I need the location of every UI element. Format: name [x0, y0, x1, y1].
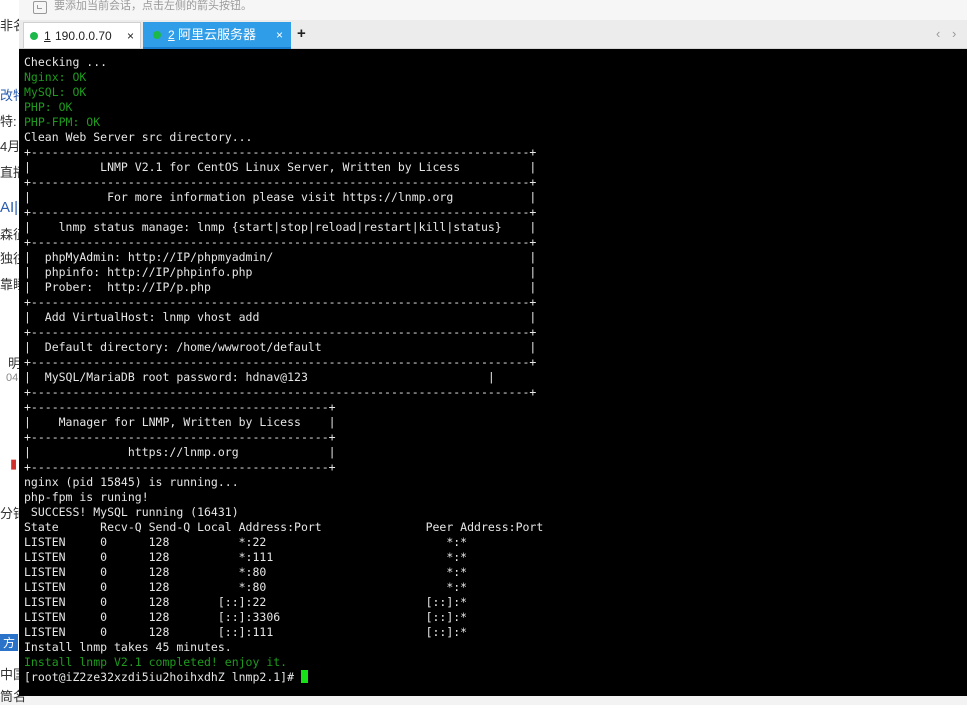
terminal-prompt-line[interactable]: [root@iZ2ze32xzdi5iu2hoihxdhZ lnmp2.1]#	[24, 670, 308, 685]
shell-prompt: [root@iZ2ze32xzdi5iu2hoihxdhZ lnmp2.1]#	[24, 670, 301, 684]
tab-title: 190.0.0.70	[55, 29, 112, 43]
terminal-line: | phpinfo: http://IP/phpinfo.php |	[24, 265, 537, 279]
terminal-line: MySQL: OK	[24, 85, 87, 99]
background-badge: 方	[0, 634, 19, 651]
terminal-line: | Prober: http://IP/p.php |	[24, 280, 537, 294]
terminal-output[interactable]: Checking ... Nginx: OK MySQL: OK PHP: OK PHP…	[19, 49, 967, 696]
cursor-icon	[300, 670, 308, 683]
terminal-line: PHP: OK	[24, 100, 73, 114]
terminal-line: | https://lnmp.org |	[24, 445, 336, 459]
ssh-client-window: 要添加当前会话，点击左侧的箭头按钮。 1 190.0.0.70 × 2 阿里云服…	[19, 0, 967, 696]
terminal-line: Clean Web Server src directory...	[24, 130, 253, 144]
terminal-line: LISTEN 0 128 [::]:3306 [::]:*	[24, 610, 468, 624]
terminal-line: | Add VirtualHost: lnmp vhost add |	[24, 310, 537, 324]
tab-number: 1	[44, 29, 51, 43]
terminal-line: +---------------------------------------…	[24, 175, 537, 189]
terminal-line: nginx (pid 15845) is running...	[24, 475, 239, 489]
chevron-right-icon[interactable]: ›	[952, 27, 956, 41]
terminal-line: +---------------------------------------…	[24, 430, 336, 444]
terminal-line: | phpMyAdmin: http://IP/phpmyadmin/ |	[24, 250, 537, 264]
terminal-line: LISTEN 0 128 *:80 *:*	[24, 565, 468, 579]
terminal-line: +---------------------------------------…	[24, 355, 537, 369]
terminal-line: +---------------------------------------…	[24, 400, 336, 414]
terminal-line: | MySQL/MariaDB root password: hdnav@123…	[24, 370, 495, 384]
background-text: 04	[6, 372, 19, 384]
terminal-line: Install lnmp takes 45 minutes.	[24, 640, 232, 654]
terminal-line: LISTEN 0 128 [::]:22 [::]:*	[24, 595, 468, 609]
background-text: 4月	[0, 139, 21, 154]
terminal-line: Install lnmp V2.1 completed! enjoy it.	[24, 655, 288, 669]
terminal-line: State Recv-Q Send-Q Local Address:Port P…	[24, 520, 544, 534]
tab-session-2[interactable]: 2 阿里云服务器 ×	[143, 22, 291, 49]
terminal-line: LISTEN 0 128 *:80 *:*	[24, 580, 468, 594]
new-tab-button[interactable]: +	[297, 26, 306, 42]
session-hint-bar: 要添加当前会话，点击左侧的箭头按钮。	[19, 0, 967, 20]
terminal-line: LISTEN 0 128 [::]:111 [::]:*	[24, 625, 468, 639]
terminal-line: | For more information please visit http…	[24, 190, 537, 204]
terminal-line: +---------------------------------------…	[24, 295, 537, 309]
session-hint-text: 要添加当前会话，点击左侧的箭头按钮。	[54, 0, 252, 12]
tab-session-1[interactable]: 1 190.0.0.70 ×	[23, 22, 141, 48]
session-tab-bar: 1 190.0.0.70 × 2 阿里云服务器 × + ‹ ›	[19, 20, 967, 49]
terminal-line: Checking ...	[24, 55, 108, 69]
background-marker: ▮	[10, 456, 18, 471]
terminal-line: | Manager for LNMP, Written by Licess |	[24, 415, 336, 429]
terminal-line: php-fpm is runing!	[24, 490, 149, 504]
terminal-line: +---------------------------------------…	[24, 235, 537, 249]
terminal-line: +---------------------------------------…	[24, 325, 537, 339]
terminal-line: | Default directory: /home/wwwroot/defau…	[24, 340, 537, 354]
connection-status-icon	[30, 32, 38, 40]
close-icon[interactable]: ×	[276, 22, 283, 48]
terminal-line: +---------------------------------------…	[24, 205, 537, 219]
terminal-line: | LNMP V2.1 for CentOS Linux Server, Wri…	[24, 160, 537, 174]
tab-number: 2	[168, 28, 175, 42]
terminal-line: LISTEN 0 128 *:111 *:*	[24, 550, 468, 564]
background-text: 特:	[0, 114, 17, 129]
terminal-line: LISTEN 0 128 *:22 *:*	[24, 535, 468, 549]
terminal-line: +---------------------------------------…	[24, 385, 537, 399]
tab-title: 阿里云服务器	[178, 27, 257, 42]
add-session-arrow-icon[interactable]	[33, 1, 47, 14]
terminal-line: +---------------------------------------…	[24, 145, 537, 159]
terminal-line: +---------------------------------------…	[24, 460, 336, 474]
terminal-line: | lnmp status manage: lnmp {start|stop|r…	[24, 220, 537, 234]
connection-status-icon	[153, 31, 161, 39]
terminal-line: SUCCESS! MySQL running (16431)	[24, 505, 239, 519]
close-icon[interactable]: ×	[127, 23, 134, 49]
terminal-line: PHP-FPM: OK	[24, 115, 101, 129]
terminal-line: Nginx: OK	[24, 70, 87, 84]
chevron-left-icon[interactable]: ‹	[936, 27, 940, 41]
